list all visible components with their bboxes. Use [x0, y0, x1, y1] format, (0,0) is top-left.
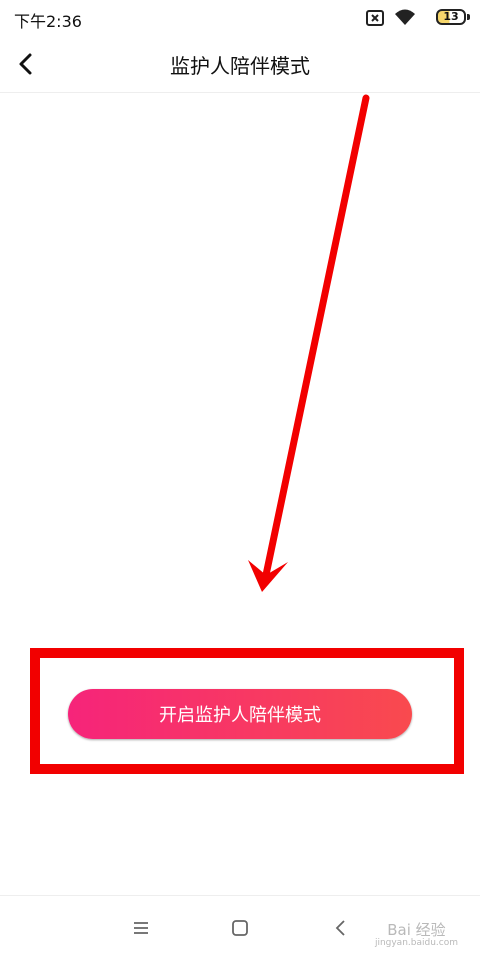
watermark-url: jingyan.baidu.com	[374, 938, 458, 948]
navigation-bar: Bai 经验 jingyan.baidu.com	[0, 895, 480, 960]
watermark: Bai 经验 jingyan.baidu.com	[375, 919, 458, 948]
menu-icon[interactable]	[127, 914, 155, 942]
sim-x-icon	[366, 10, 384, 26]
status-time: 下午2:36	[14, 12, 82, 31]
status-bar: 下午2:36 13	[0, 0, 480, 36]
wifi-icon	[395, 9, 415, 25]
back-nav-icon[interactable]	[327, 914, 355, 942]
page-title: 监护人陪伴模式	[170, 54, 310, 78]
annotation-arrow	[248, 94, 370, 592]
enable-guardian-mode-button[interactable]: 开启监护人陪伴模式	[68, 689, 412, 739]
home-icon[interactable]	[226, 914, 254, 942]
watermark-brand: Bai 经验	[387, 921, 446, 939]
battery-icon: 13	[436, 9, 470, 25]
app-header: 监护人陪伴模式	[0, 36, 480, 93]
